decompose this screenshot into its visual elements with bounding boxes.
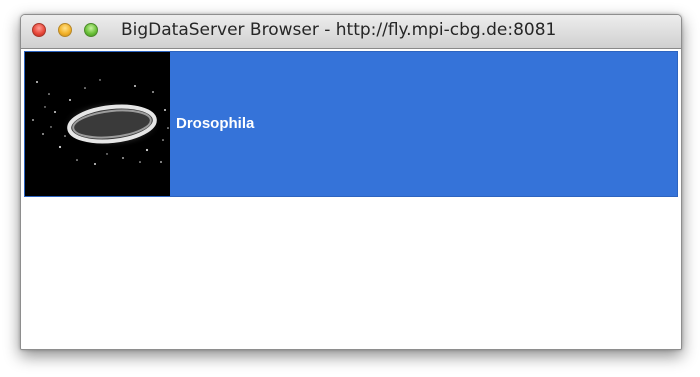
minimize-window-button[interactable] [58, 23, 72, 37]
dataset-name: Drosophila [176, 115, 255, 132]
drosophila-embryo-thumbnail [25, 52, 170, 196]
close-window-button[interactable] [32, 23, 46, 37]
dataset-list-item[interactable]: Drosophila [24, 51, 678, 197]
title-bar[interactable]: BigDataServer Browser - http://fly.mpi-c… [21, 15, 681, 49]
browser-window: BigDataServer Browser - http://fly.mpi-c… [20, 14, 682, 350]
dataset-list: Drosophila [21, 49, 681, 349]
zoom-window-button[interactable] [84, 23, 98, 37]
window-title: BigDataServer Browser - http://fly.mpi-c… [121, 20, 557, 40]
